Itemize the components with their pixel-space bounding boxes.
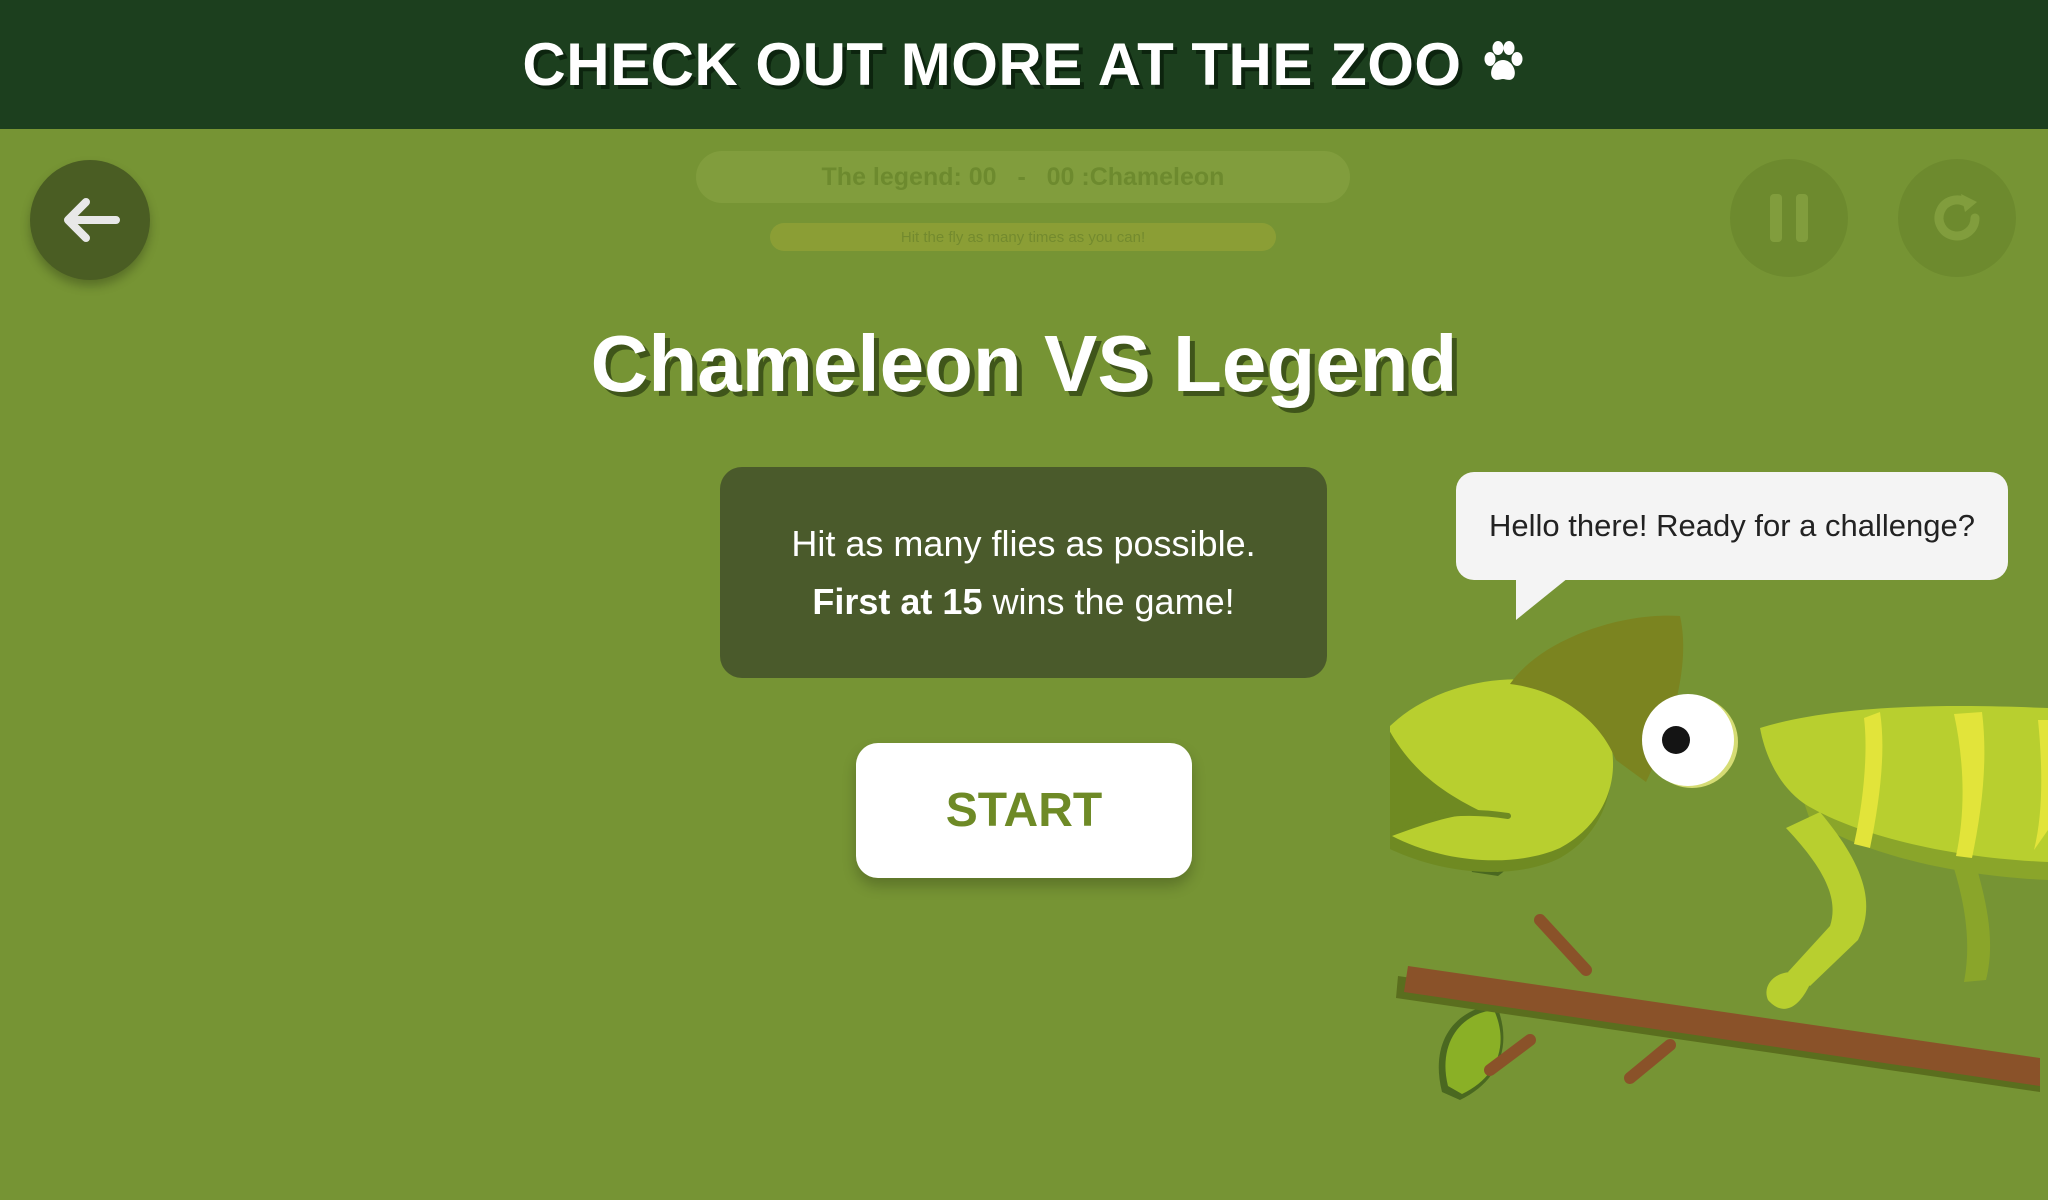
zoo-banner[interactable]: CHECK OUT MORE AT THE ZOO xyxy=(0,0,2048,129)
speech-bubble: Hello there! Ready for a challenge? xyxy=(1456,472,2008,580)
back-button[interactable] xyxy=(30,160,150,280)
instruction-line-2: First at 15 wins the game! xyxy=(812,573,1234,631)
pause-icon xyxy=(1770,194,1808,242)
score-display: The legend: 00 - 00 :Chameleon xyxy=(696,151,1350,203)
arrow-left-icon xyxy=(64,198,120,242)
chameleon-illustration xyxy=(1390,615,2048,1100)
score-separator: - xyxy=(1017,162,1026,191)
instruction-rest: wins the game! xyxy=(982,580,1235,622)
legend-score-label: The legend: xyxy=(821,162,962,191)
instruction-panel: Hit as many flies as possible. First at … xyxy=(720,467,1327,678)
start-button[interactable]: START xyxy=(856,743,1192,878)
reset-button xyxy=(1898,159,2016,277)
hint-text: Hit the fly as many times as you can! xyxy=(770,223,1276,251)
instruction-line-1: Hit as many flies as possible. xyxy=(791,522,1256,564)
game-title: Chameleon VS Legend xyxy=(590,319,1458,408)
instruction-highlight: First at 15 xyxy=(812,580,983,622)
paw-icon xyxy=(1480,30,1526,99)
reset-icon xyxy=(1934,194,1980,241)
chameleon-score-label: :Chameleon xyxy=(1081,162,1225,191)
pause-button xyxy=(1730,159,1848,277)
background-hud: The legend: 00 - 00 :Chameleon Hit the f… xyxy=(0,129,2048,299)
legend-score-value: 00 xyxy=(968,162,997,191)
banner-text: CHECK OUT MORE AT THE ZOO xyxy=(522,31,1462,98)
chameleon-score-value: 00 xyxy=(1046,162,1075,191)
